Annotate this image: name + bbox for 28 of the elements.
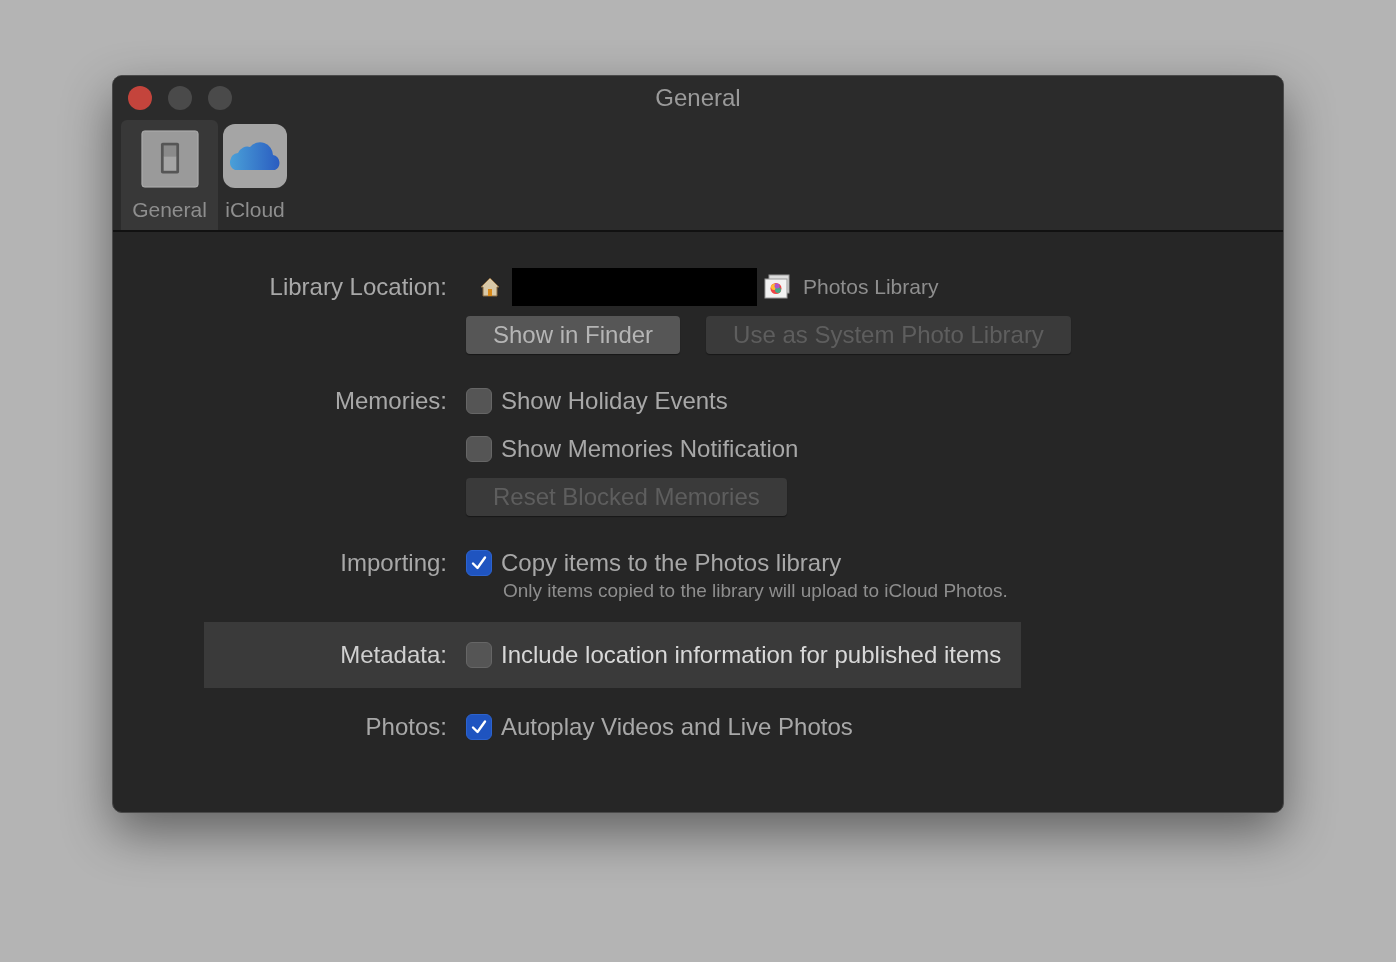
setting-label: Metadata:: [339, 640, 448, 670]
checkbox-option[interactable]: Show Holiday Events: [466, 382, 799, 420]
close-button[interactable]: [128, 86, 152, 110]
toolbar-tab[interactable]: iCloud: [220, 120, 290, 230]
home-icon: [478, 275, 502, 299]
setting-label: Photos:: [364, 712, 448, 742]
checkbox[interactable]: [466, 550, 492, 576]
photos-library-icon: [763, 274, 791, 300]
zoom-button[interactable]: [208, 86, 232, 110]
library-name: Photos Library: [803, 275, 939, 299]
checkbox-option[interactable]: Autoplay Videos and Live Photos: [466, 708, 853, 746]
setting-label: Library Location:: [268, 272, 448, 302]
setting-label: Memories:: [333, 386, 448, 416]
window-title: General: [655, 84, 741, 112]
cloud-icon: [223, 124, 287, 188]
checkbox[interactable]: [466, 436, 492, 462]
checkbox[interactable]: [466, 642, 492, 668]
checkbox-option[interactable]: Show Memories Notification: [466, 430, 799, 468]
light-switch-icon: [140, 130, 199, 188]
hint-text: Only items copied to the library will upload to iCloud Photos.: [502, 580, 1008, 602]
push-button[interactable]: Show in Finder: [466, 316, 681, 354]
checkbox-option[interactable]: Copy items to the Photos library: [466, 544, 1008, 582]
minimize-button[interactable]: [168, 86, 192, 110]
checkbox[interactable]: [466, 388, 492, 414]
toolbar-tab[interactable]: General: [121, 120, 218, 230]
checkbox-option[interactable]: Include location information for published items: [466, 636, 1002, 674]
checkbox[interactable]: [466, 714, 492, 740]
setting-label: Importing:: [339, 548, 448, 578]
